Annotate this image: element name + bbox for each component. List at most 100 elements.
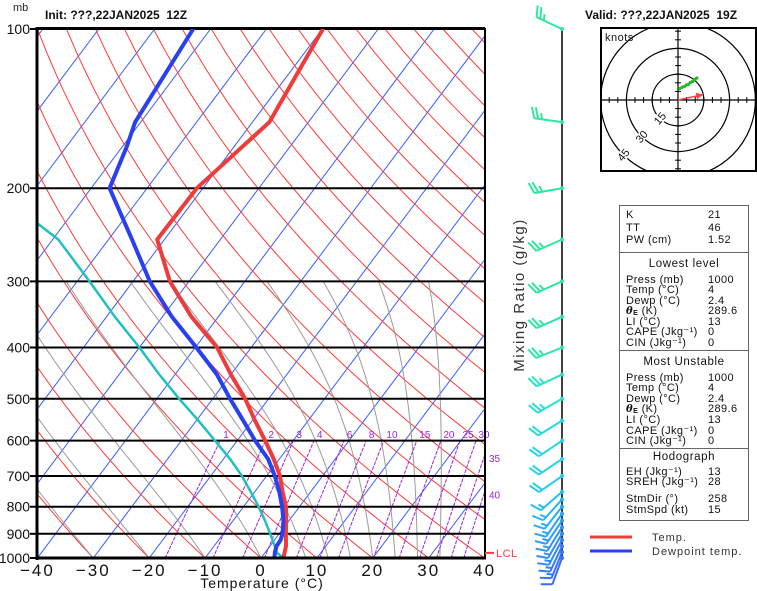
- wind-barb-half-feather: [542, 537, 549, 542]
- mixing-ratio-line: [164, 441, 221, 558]
- legend-label: Temp.: [652, 532, 687, 544]
- lcl-marker: LCL: [485, 548, 517, 560]
- isotherm-line: [204, 183, 485, 558]
- index-label: StmSpd (kt): [626, 503, 689, 516]
- wind-barb-half-feather: [542, 14, 546, 21]
- index-label: SREH (Jkg⁻¹): [626, 476, 699, 489]
- wind-barb-half-feather: [538, 242, 545, 249]
- mixing-ratio-label: 1: [223, 430, 229, 441]
- legend-label: Dewpoint temp.: [652, 546, 742, 558]
- index-group: Press (mb) 1000 Temp (°C) 4 Dewp (°C) 2.4 θE (…: [626, 372, 748, 447]
- wind-barb-feather: [530, 106, 536, 119]
- wind-barb-dot: [560, 544, 564, 549]
- index-label: CIN (Jkg⁻¹): [626, 337, 687, 350]
- wind-barb-staff: [534, 187, 563, 195]
- wind-barb-dot: [560, 237, 564, 242]
- y-tick-label: 400: [7, 339, 31, 355]
- y-tick-label: 800: [7, 499, 31, 515]
- moist-adiabat-line: [428, 281, 442, 558]
- index-value: 15: [708, 503, 722, 516]
- mixing-ratio-label: 25: [462, 430, 474, 441]
- wind-barb-feather: [535, 547, 548, 553]
- wind-barb-dot: [560, 396, 564, 401]
- wind-barb-dot: [560, 489, 564, 494]
- mixing-ratio-label: 15: [419, 430, 431, 441]
- mixing-ratio-label: 35: [489, 454, 501, 465]
- wind-barb-dot: [560, 457, 564, 462]
- mixing-ratio-label: 20: [443, 430, 455, 441]
- wind-barb-staff: [540, 491, 563, 512]
- y-tick-label: 900: [7, 526, 31, 542]
- wind-barb-dot: [560, 511, 564, 516]
- y-axis-ticks: 1002003004005006007008009001000: [0, 21, 38, 566]
- section-title: Lowest level: [648, 257, 720, 270]
- wind-barb-half-feather: [538, 284, 545, 291]
- index-label: K: [626, 209, 634, 221]
- index-row: CIN (Jkg⁻¹) 0: [626, 436, 748, 447]
- wind-barb-feather: [537, 562, 549, 566]
- wind-barb-half-feather: [542, 545, 550, 549]
- wind-barb-dot: [560, 120, 564, 125]
- index-group: EH (Jkg⁻¹) 13 SREH (Jkg⁻¹) 28: [626, 467, 748, 488]
- mixing-ratio-label: 8: [369, 430, 375, 441]
- y-tick-label: 700: [7, 468, 31, 484]
- legend: Temp. Dewpoint temp.: [590, 532, 742, 558]
- indices-section: Lowest level Press (mb) 1000 Temp (°C) 4 Dewp…: [620, 253, 748, 351]
- hodograph-point: [695, 76, 699, 80]
- wind-barb: [530, 106, 564, 125]
- wind-barb-feather: [532, 514, 544, 522]
- wind-barb: [527, 181, 564, 195]
- wind-barb: [535, 5, 564, 31]
- wind-barb-dot: [560, 345, 564, 350]
- hodograph-units-label: knots: [605, 32, 634, 44]
- index-label: PW (cm): [626, 234, 672, 246]
- wind-barb-dot: [560, 531, 564, 536]
- wind-barb-feather: [536, 555, 549, 560]
- index-row: CIN (Jkg⁻¹) 0: [626, 338, 748, 349]
- isotherm-line: [148, 109, 485, 558]
- wind-barb-staff: [536, 16, 563, 30]
- profiles: [38, 29, 325, 558]
- wind-barb-dot: [560, 550, 564, 555]
- x-tick-label: −40: [20, 561, 55, 580]
- wind-barb-feather: [534, 107, 540, 120]
- wind-barb-half-feather: [538, 377, 545, 384]
- wind-barb-half-feather: [538, 319, 545, 326]
- wind-barb-dot: [560, 474, 564, 479]
- wind-barb-dot: [560, 538, 564, 543]
- wind-barb-half-feather: [538, 349, 545, 356]
- mixing-ratio-label: 4: [317, 430, 323, 441]
- wind-barb-dot: [560, 314, 564, 319]
- indices-table: K 21 TT 46 PW (cm) 1.52 Lowest level Press (mb)…: [619, 205, 749, 522]
- wind-barb-dot: [560, 525, 564, 530]
- wind-barb-dot: [560, 504, 564, 509]
- wind-barb-feather: [538, 569, 551, 573]
- mixing-ratio-label: 2: [268, 430, 274, 441]
- wind-barb: [528, 474, 564, 493]
- wind-barb: [527, 314, 564, 330]
- wind-barb-staff: [538, 475, 563, 493]
- isobars: [38, 28, 485, 559]
- index-row: PW (cm) 1.52: [626, 234, 748, 247]
- section-title: Most Unstable: [643, 355, 725, 368]
- index-row: SREH (Jkg⁻¹) 28: [626, 477, 748, 488]
- dry-adiabat-line: [123, 29, 485, 446]
- section-title: Hodograph: [652, 450, 716, 463]
- wind-barb-half-feather: [545, 566, 552, 569]
- y-tick-label: 500: [7, 391, 31, 407]
- hodograph: 153045 knots: [600, 27, 757, 172]
- moist-adiabat-line: [322, 281, 396, 558]
- mixing-ratio-label: 6: [347, 430, 353, 441]
- index-row: StmSpd (kt) 15: [626, 503, 748, 516]
- index-value: 258: [708, 493, 728, 505]
- wind-barb-dot: [560, 438, 564, 443]
- pressure-unit-label: mb: [13, 2, 28, 14]
- wind-barb-staff: [538, 458, 563, 476]
- wind-barb-half-feather: [539, 403, 546, 410]
- dry-adiabat-line: [38, 367, 206, 558]
- indices-summary: K 21 TT 46 PW (cm) 1.52: [620, 206, 748, 253]
- wind-barb-half-feather: [541, 530, 549, 535]
- wind-barb-half-feather: [537, 503, 545, 509]
- wind-barb-half-feather: [539, 513, 547, 519]
- wind-barb-dot: [560, 418, 564, 423]
